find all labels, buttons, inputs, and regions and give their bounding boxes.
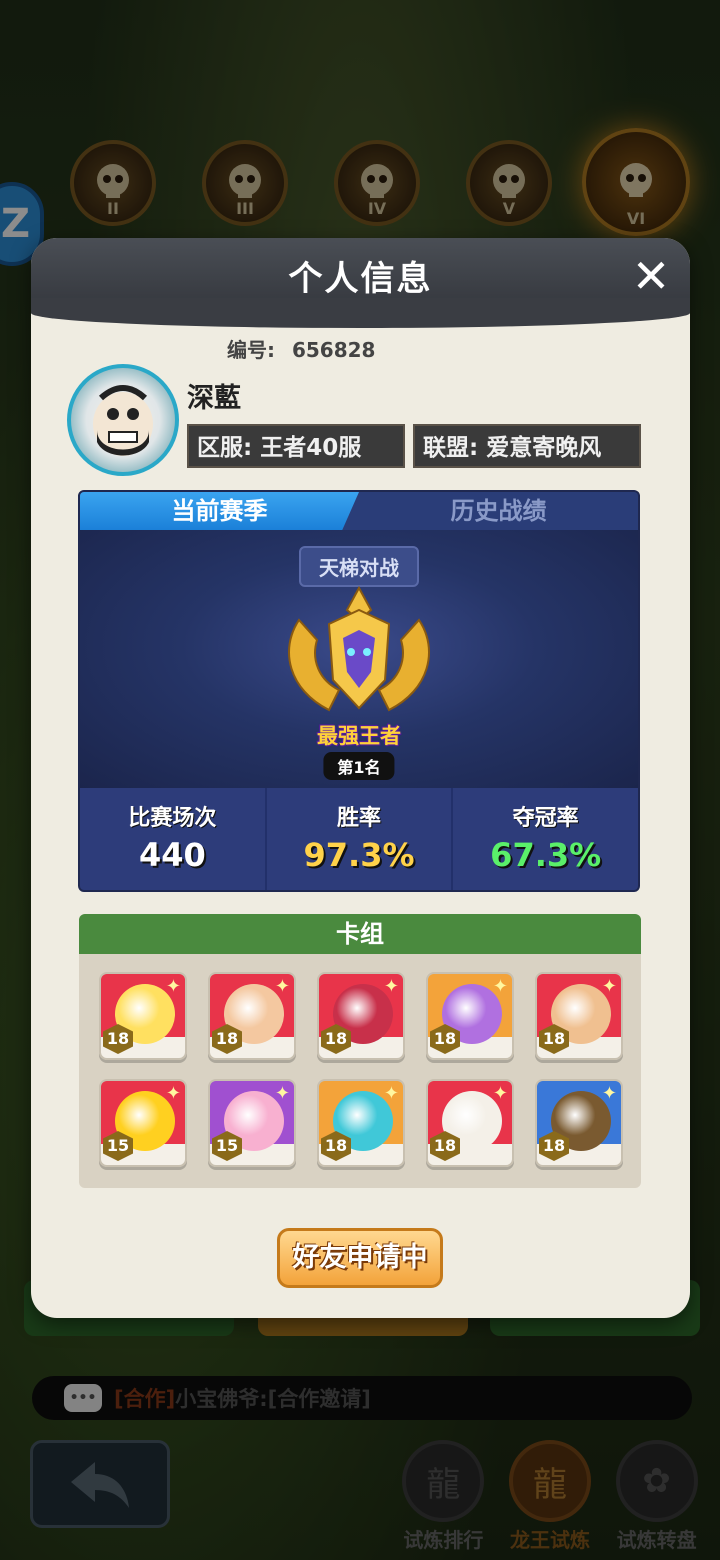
deck-grid: ✦ 18 ✦ 18 ✦ 18 ✦ 18 ✦ 18 ✦ 15 ✦ 15 ✦ 18 ✦ 18 ✦ 18 [79,954,641,1188]
modal-header: 个人信息 ✕ [31,238,690,328]
sparkle-icon: ✦ [274,976,290,997]
player-id-label: 编号: [227,338,275,362]
season-panel: 当前赛季 历史战绩 天梯对战 最强王者 第1名 比赛场次 440 胜率 97.3… [78,490,640,892]
season-rank-area: 天梯对战 最强王者 第1名 [80,530,638,788]
alliance-tag: 联盟: 爱意寄晚风 [413,424,641,468]
stat-win-rate: 胜率 97.3% [267,788,454,890]
sparkle-icon: ✦ [274,1083,290,1104]
player-id: 编号: 656828 [227,334,375,363]
deck-card[interactable]: ✦ 18 [208,972,296,1060]
deck-panel: 卡组 ✦ 18 ✦ 18 ✦ 18 ✦ 18 ✦ 18 ✦ 15 ✦ 15 ✦ 18 ✦ 18 ✦ 18 [79,914,641,1188]
player-info-modal: 个人信息 ✕ 编号: 656828 深藍 区服: 王者40服 联盟: 爱意寄晚风… [31,238,690,1318]
sparkle-icon: ✦ [383,1083,399,1104]
tab-history-record[interactable]: 历史战绩 [359,492,638,530]
avatar-face-icon [93,385,153,456]
modal-title: 个人信息 [288,258,433,299]
rank-position: 第1名 [323,752,395,780]
deck-card[interactable]: ✦ 15 [208,1079,296,1167]
deck-card[interactable]: ✦ 18 [426,972,514,1060]
deck-card[interactable]: ✦ 18 [535,1079,623,1167]
tab-current-season[interactable]: 当前赛季 [80,492,359,530]
server-tag: 区服: 王者40服 [187,424,405,468]
deck-card[interactable]: ✦ 18 [426,1079,514,1167]
friend-request-button[interactable]: 好友申请中 [277,1228,443,1288]
sparkle-icon: ✦ [492,976,508,997]
sparkle-icon: ✦ [601,976,617,997]
deck-card[interactable]: ✦ 15 [99,1079,187,1167]
close-icon[interactable]: ✕ [628,253,674,300]
stat-matches: 比赛场次 440 [80,788,267,890]
rank-title: 最强王者 [317,724,401,748]
sparkle-icon: ✦ [165,1083,181,1104]
sparkle-icon: ✦ [165,976,181,997]
avatar[interactable] [67,364,179,476]
deck-card[interactable]: ✦ 18 [317,972,405,1060]
sparkle-icon: ✦ [601,1083,617,1104]
deck-card[interactable]: ✦ 18 [317,1079,405,1167]
rank-emblem-icon [288,585,430,712]
deck-card[interactable]: ✦ 18 [99,972,187,1060]
player-name: 深藍 [187,383,241,414]
season-tabs: 当前赛季 历史战绩 [80,492,638,530]
deck-title: 卡组 [79,914,641,954]
sparkle-icon: ✦ [492,1083,508,1104]
stat-champion-rate: 夺冠率 67.3% [490,806,602,874]
deck-card[interactable]: ✦ 18 [535,972,623,1060]
season-stats: 比赛场次 440 胜率 97.3% 夺冠率 67.3% [80,788,638,890]
player-id-value: 656828 [291,338,376,362]
sparkle-icon: ✦ [383,976,399,997]
